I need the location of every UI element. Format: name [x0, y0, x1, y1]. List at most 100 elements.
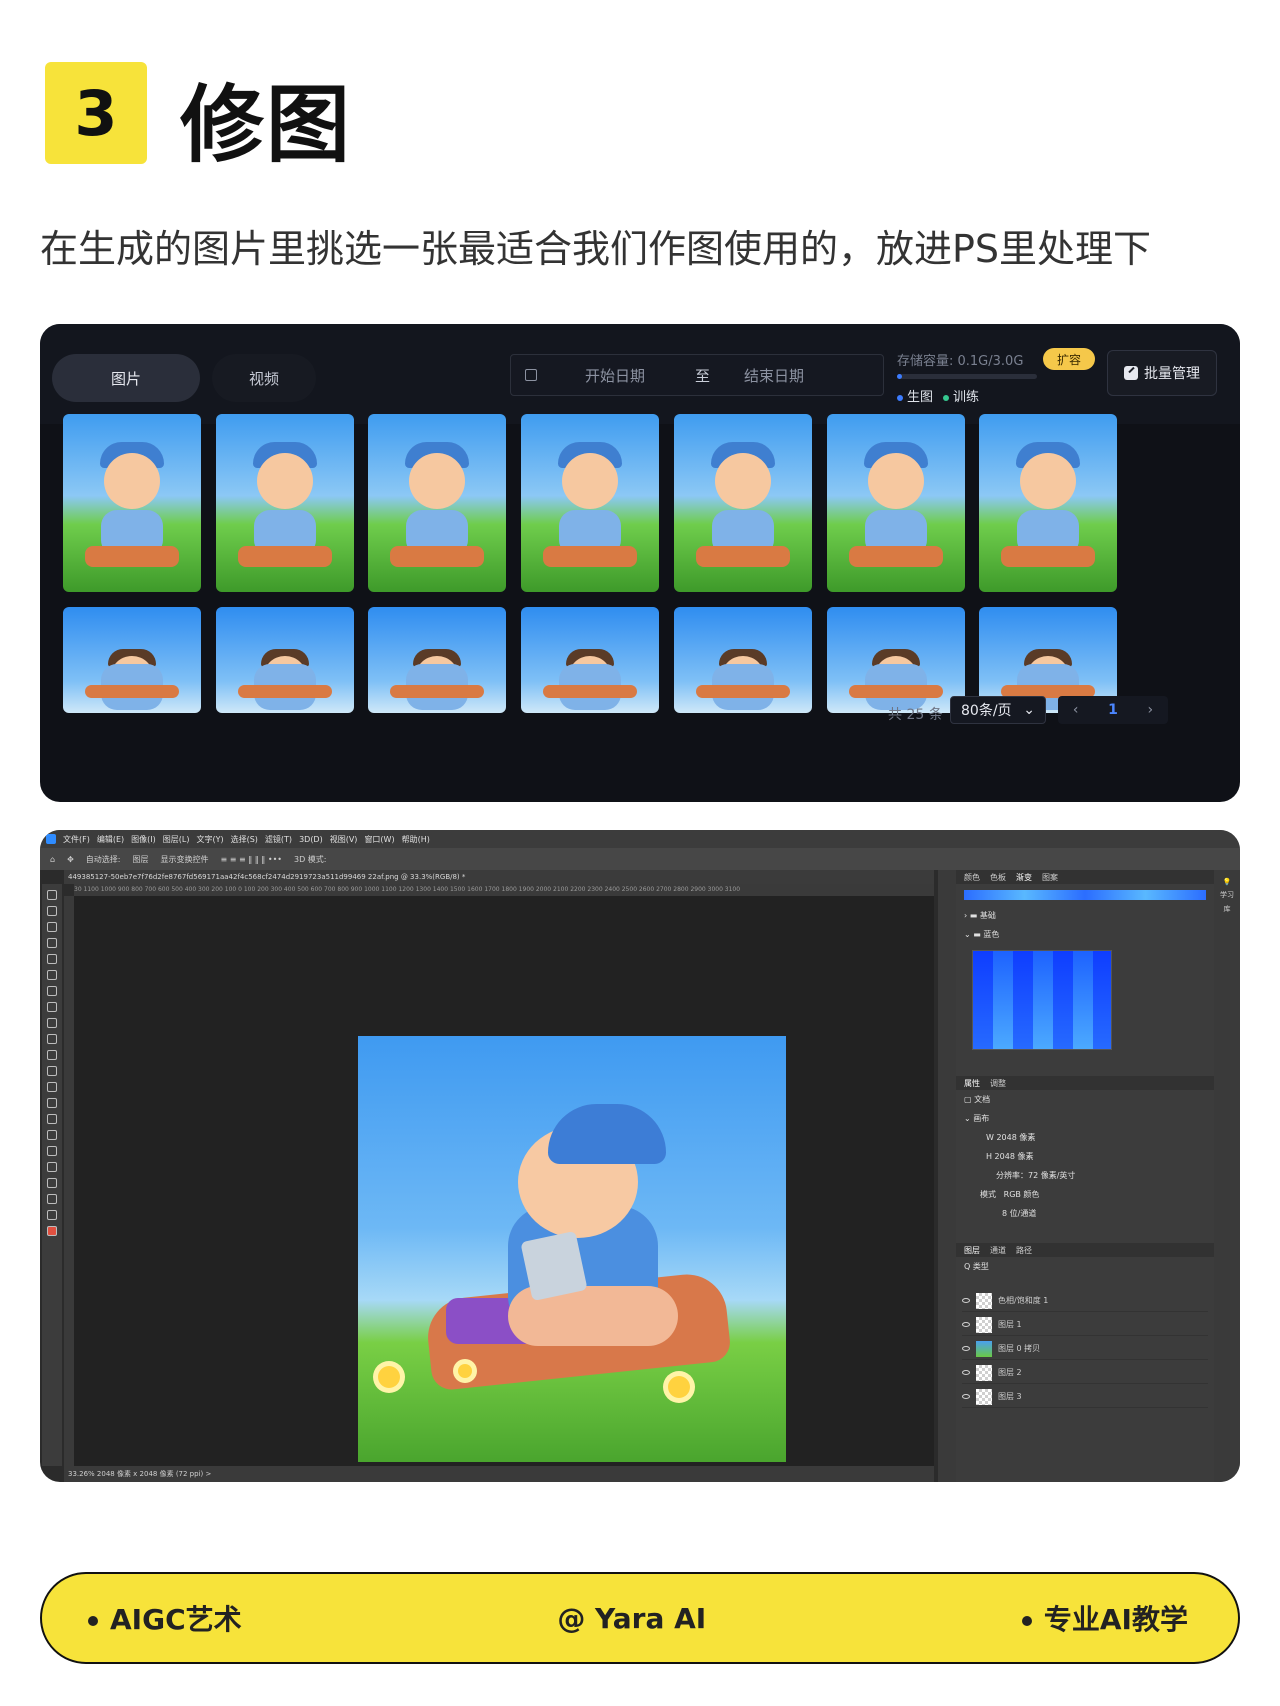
hand-tool-icon[interactable]	[47, 1194, 57, 1204]
tab-channels[interactable]: 通道	[990, 1245, 1006, 1256]
menu-view[interactable]: 视图(V)	[330, 834, 358, 845]
menu-file[interactable]: 文件(F)	[63, 834, 90, 845]
color-mode-row[interactable]: 模式 RGB 颜色	[956, 1185, 1214, 1204]
menu-window[interactable]: 窗口(W)	[364, 834, 394, 845]
magic-wand-tool-icon[interactable]	[47, 938, 57, 948]
expand-storage-button[interactable]: 扩容	[1043, 348, 1095, 370]
dodge-tool-icon[interactable]	[47, 1114, 57, 1124]
color-swatch-icon[interactable]	[47, 1226, 57, 1236]
gradient-tool-icon[interactable]	[47, 1082, 57, 1092]
gradient-group-basic[interactable]: › ▬ 基础	[956, 906, 1214, 925]
tab-layers[interactable]: 图层	[964, 1245, 980, 1256]
tab-swatches[interactable]: 色板	[990, 872, 1006, 883]
generated-image-thumbnail[interactable]	[216, 607, 354, 713]
learn-label[interactable]: 学习	[1214, 890, 1240, 900]
eraser-tool-icon[interactable]	[47, 1066, 57, 1076]
history-brush-tool-icon[interactable]	[47, 1050, 57, 1060]
visibility-eye-icon[interactable]	[962, 1322, 970, 1327]
menu-layer[interactable]: 图层(L)	[163, 834, 190, 845]
start-date-input[interactable]: 开始日期	[585, 365, 645, 386]
next-page-button[interactable]: ›	[1148, 702, 1154, 718]
move-tool-icon[interactable]	[47, 890, 57, 900]
healing-tool-icon[interactable]	[47, 1002, 57, 1012]
layer-row[interactable]: 图层 2	[962, 1362, 1208, 1384]
path-selection-tool-icon[interactable]	[47, 1162, 57, 1172]
generated-image-thumbnail[interactable]	[827, 607, 965, 713]
layer-row[interactable]: 色相/饱和度 1	[962, 1290, 1208, 1312]
tab-paths[interactable]: 路径	[1016, 1245, 1032, 1256]
transform-controls-checkbox[interactable]: 显示变换控件	[160, 854, 208, 865]
auto-select-checkbox[interactable]: 自动选择:	[86, 854, 121, 865]
generated-image-thumbnail[interactable]	[63, 607, 201, 713]
generated-image-thumbnail[interactable]	[63, 414, 201, 592]
generated-image-thumbnail[interactable]	[521, 607, 659, 713]
eyedropper-tool-icon[interactable]	[47, 986, 57, 996]
page-size-select[interactable]: 80条/页 ⌄	[950, 696, 1046, 724]
generated-image-thumbnail[interactable]	[521, 414, 659, 592]
menu-type[interactable]: 文字(Y)	[196, 834, 223, 845]
end-date-input[interactable]: 结束日期	[744, 365, 804, 386]
layer-filter-select[interactable]: Q 类型	[956, 1257, 1214, 1276]
storage-progress-fill	[897, 374, 902, 379]
menu-image[interactable]: 图像(I)	[131, 834, 156, 845]
canvas-width[interactable]: W 2048 像素	[956, 1128, 1214, 1147]
current-page[interactable]: 1	[1108, 702, 1118, 718]
tab-color[interactable]: 颜色	[964, 872, 980, 883]
library-label[interactable]: 库	[1214, 904, 1240, 914]
batch-manage-button[interactable]: 批量管理	[1107, 350, 1217, 396]
visibility-eye-icon[interactable]	[962, 1298, 970, 1303]
tab-videos[interactable]: 视频	[212, 354, 316, 402]
auto-select-target[interactable]: 图层	[132, 854, 148, 865]
thumbnail-kid-head	[104, 453, 160, 510]
layer-row[interactable]: 图层 3	[962, 1386, 1208, 1408]
tab-properties[interactable]: 属性	[964, 1078, 980, 1089]
align-icons[interactable]: ≡ ≡ ≡ ‖ ‖ ‖ •••	[220, 855, 282, 864]
crop-tool-icon[interactable]	[47, 954, 57, 964]
zoom-tool-icon[interactable]	[47, 1210, 57, 1220]
canvas-height[interactable]: H 2048 像素	[956, 1147, 1214, 1166]
generated-image-thumbnail[interactable]	[368, 607, 506, 713]
brush-tool-icon[interactable]	[47, 1018, 57, 1028]
generated-image-thumbnail[interactable]	[674, 607, 812, 713]
tab-images[interactable]: 图片	[52, 354, 200, 402]
frame-tool-icon[interactable]	[47, 970, 57, 980]
prev-page-button[interactable]: ‹	[1073, 702, 1079, 718]
layer-row[interactable]: 图层 1	[962, 1314, 1208, 1336]
visibility-eye-icon[interactable]	[962, 1394, 970, 1399]
menu-select[interactable]: 选择(S)	[231, 834, 258, 845]
tab-patterns[interactable]: 图案	[1042, 872, 1058, 883]
pen-tool-icon[interactable]	[47, 1130, 57, 1140]
legend-label: 训练	[953, 390, 980, 405]
document-canvas[interactable]	[74, 896, 934, 1466]
layer-row[interactable]: 图层 0 拷贝	[962, 1338, 1208, 1360]
learn-icon[interactable]: 💡	[1214, 878, 1240, 886]
tab-adjustments[interactable]: 调整	[990, 1078, 1006, 1089]
blur-tool-icon[interactable]	[47, 1098, 57, 1108]
generated-image-thumbnail[interactable]	[674, 414, 812, 592]
visibility-eye-icon[interactable]	[962, 1346, 970, 1351]
menu-3d[interactable]: 3D(D)	[299, 835, 323, 844]
generated-image-thumbnail[interactable]	[827, 414, 965, 592]
recent-gradients[interactable]	[964, 890, 1206, 900]
home-icon[interactable]: ⌂	[50, 855, 55, 864]
generated-image-thumbnail[interactable]	[368, 414, 506, 592]
generated-image-thumbnail[interactable]	[979, 414, 1117, 592]
stamp-tool-icon[interactable]	[47, 1034, 57, 1044]
move-tool-icon[interactable]: ✥	[67, 855, 74, 864]
color-mode-select[interactable]: RGB 颜色	[1004, 1190, 1040, 1199]
gradient-group-blue[interactable]: ⌄ ▬ 蓝色	[956, 925, 1214, 944]
marquee-tool-icon[interactable]	[47, 906, 57, 916]
bit-depth-select[interactable]: 8 位/通道	[956, 1204, 1214, 1223]
date-range-picker[interactable]: 开始日期 至 结束日期	[510, 354, 884, 396]
rectangle-tool-icon[interactable]	[47, 1178, 57, 1188]
generated-image-thumbnail[interactable]	[216, 414, 354, 592]
tab-gradients[interactable]: 渐变	[1016, 872, 1032, 883]
menu-help[interactable]: 帮助(H)	[402, 834, 430, 845]
lasso-tool-icon[interactable]	[47, 922, 57, 932]
type-tool-icon[interactable]	[47, 1146, 57, 1156]
visibility-eye-icon[interactable]	[962, 1370, 970, 1375]
menu-edit[interactable]: 编辑(E)	[97, 834, 124, 845]
menu-filter[interactable]: 滤镜(T)	[265, 834, 292, 845]
document-tab[interactable]: 449385127-50eb7e7f76d2fe8767fd569171aa42…	[64, 870, 934, 884]
gradient-swatch-grid[interactable]	[972, 950, 1112, 1050]
